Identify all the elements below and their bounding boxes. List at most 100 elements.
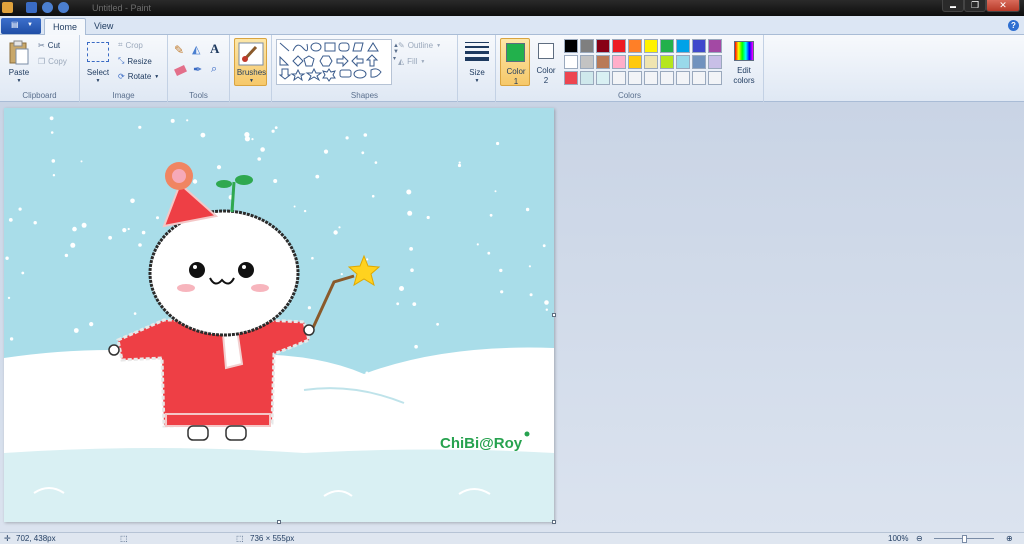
redo-icon[interactable]: [58, 2, 69, 13]
palette-swatch[interactable]: [596, 71, 610, 85]
palette-swatch[interactable]: [628, 55, 642, 69]
magnifier-icon[interactable]: ⌕: [211, 63, 217, 76]
palette-swatch[interactable]: [692, 55, 706, 69]
image-size: 736 × 555px: [250, 534, 295, 543]
palette-swatch[interactable]: [692, 71, 706, 85]
palette-swatch[interactable]: [580, 39, 594, 53]
palette-swatch[interactable]: [612, 55, 626, 69]
text-icon[interactable]: A: [210, 41, 219, 57]
paste-button[interactable]: Paste ▼: [4, 38, 34, 86]
palette-swatch[interactable]: [580, 55, 594, 69]
palette-swatch[interactable]: [676, 71, 690, 85]
eraser-icon[interactable]: [174, 65, 187, 76]
snowflake: [130, 198, 135, 204]
tab-home[interactable]: Home: [44, 18, 87, 35]
snowflake: [396, 302, 400, 306]
snowflake: [333, 230, 338, 235]
edit-colors-icon: [734, 41, 754, 61]
palette-swatch[interactable]: [676, 39, 690, 53]
help-icon[interactable]: ?: [1008, 20, 1019, 31]
palette-swatch[interactable]: [564, 55, 578, 69]
restore-icon: ❐: [970, 0, 980, 10]
palette-swatch[interactable]: [660, 71, 674, 85]
snowflake: [7, 296, 11, 300]
undo-icon[interactable]: [42, 2, 53, 13]
palette-swatch[interactable]: [628, 39, 642, 53]
palette-swatch[interactable]: [580, 71, 594, 85]
minimize-button[interactable]: ▬: [942, 0, 964, 12]
select-button[interactable]: Select ▼: [84, 38, 112, 86]
fill-dropdown-icon: ▼: [420, 58, 426, 65]
minimize-icon: ▬: [950, 4, 956, 10]
signature-text: ChiBi@Roy: [440, 435, 523, 452]
resize-handle-bottom[interactable]: [277, 520, 281, 524]
pencil-icon[interactable]: ✎: [174, 43, 184, 57]
rotate-button[interactable]: ⟳ Rotate ▼: [118, 72, 159, 81]
palette-swatch[interactable]: [596, 55, 610, 69]
palette-swatch[interactable]: [692, 39, 706, 53]
snowflake: [260, 147, 265, 152]
cut-button[interactable]: ✂ Cut: [38, 41, 60, 50]
snowflake: [138, 243, 142, 247]
palette-swatch[interactable]: [708, 39, 722, 53]
drawing-canvas[interactable]: ChiBi@Roy: [4, 108, 556, 524]
close-button[interactable]: ✕: [986, 0, 1020, 12]
paint-menu-button[interactable]: ▤ ▼: [1, 18, 41, 34]
brushes-button[interactable]: Brushes ▼: [234, 38, 267, 86]
color2-button[interactable]: Color 2: [532, 38, 560, 86]
zoom-in-icon[interactable]: ⊕: [1006, 534, 1013, 543]
shapes-gallery[interactable]: [276, 39, 392, 85]
fill-icon[interactable]: ◭: [192, 43, 200, 56]
palette-swatch[interactable]: [564, 39, 578, 53]
snowflake: [307, 306, 311, 310]
color1-button[interactable]: Color 1: [500, 38, 530, 86]
resize-handle-corner[interactable]: [552, 520, 556, 524]
copy-button[interactable]: ❐ Copy: [38, 57, 67, 66]
palette-swatch[interactable]: [644, 39, 658, 53]
restore-button[interactable]: ❐: [964, 0, 986, 12]
shapes-group-label: Shapes: [350, 91, 379, 100]
snowflake: [525, 207, 530, 212]
snowflake: [21, 271, 25, 275]
save-icon[interactable]: [26, 2, 37, 13]
tab-view[interactable]: View: [86, 18, 121, 35]
palette-swatch[interactable]: [628, 71, 642, 85]
crop-button[interactable]: ⌗ Crop: [118, 40, 143, 50]
help-icon-label: ?: [1011, 21, 1016, 30]
palette-swatch[interactable]: [708, 55, 722, 69]
snowflake: [80, 160, 83, 163]
edit-colors-button[interactable]: Edit colors: [728, 38, 760, 86]
resize-button[interactable]: ⤡ Resize: [118, 56, 152, 66]
crop-label: Crop: [125, 40, 143, 50]
palette-swatch[interactable]: [660, 39, 674, 53]
snowflake: [338, 226, 341, 229]
snowflake: [544, 300, 549, 305]
snowflake: [18, 207, 22, 211]
color-picker-icon[interactable]: ✒: [193, 63, 202, 76]
snowflake: [406, 189, 412, 195]
snowflake: [52, 174, 56, 177]
zoom-slider-thumb[interactable]: [962, 535, 967, 543]
paint-app-icon[interactable]: [2, 2, 13, 13]
zoom-out-icon[interactable]: ⊖: [916, 534, 923, 543]
menu-icon: ▤: [11, 20, 19, 29]
resize-handle-right[interactable]: [552, 313, 556, 317]
palette-swatch[interactable]: [660, 55, 674, 69]
palette-swatch[interactable]: [612, 39, 626, 53]
color1-swatch: [506, 43, 525, 62]
palette-swatch[interactable]: [596, 39, 610, 53]
snowflake: [50, 131, 54, 134]
snowflake: [244, 132, 250, 138]
palette-swatch[interactable]: [644, 71, 658, 85]
fill-button[interactable]: ◭ Fill ▼: [398, 57, 425, 66]
snowflake: [273, 179, 278, 183]
palette-swatch[interactable]: [612, 71, 626, 85]
outline-button[interactable]: ✎ Outline ▼: [398, 41, 441, 50]
snowflake: [200, 132, 206, 138]
palette-swatch[interactable]: [708, 71, 722, 85]
snowflake: [414, 344, 418, 349]
palette-swatch[interactable]: [676, 55, 690, 69]
palette-swatch[interactable]: [644, 55, 658, 69]
palette-swatch[interactable]: [564, 71, 578, 85]
size-button[interactable]: Size ▼: [462, 38, 492, 86]
